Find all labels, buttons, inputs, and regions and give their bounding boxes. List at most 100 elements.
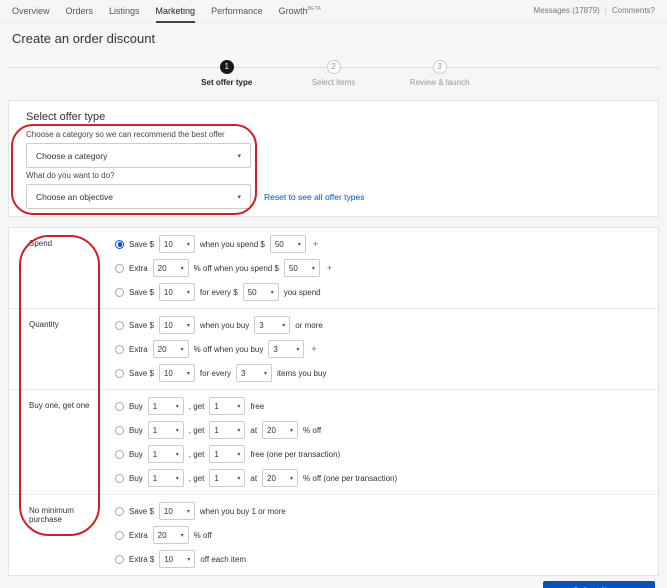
step-circle-3[interactable]: 3: [432, 60, 447, 74]
radio-button[interactable]: [115, 506, 124, 516]
value-dropdown[interactable]: 10 ▾: [158, 502, 195, 520]
dropdown-value: 50: [247, 287, 257, 297]
value-dropdown[interactable]: 3 ▾: [268, 340, 305, 358]
nav-tab-marketing[interactable]: Marketing: [155, 6, 196, 23]
progress-stepper: 1 Set offer type 2 Select items 3 Review & la…: [8, 54, 659, 94]
option-text: Extra: [129, 263, 148, 273]
comments-link[interactable]: Comments?: [612, 6, 655, 15]
dropdown-value: 10: [163, 320, 173, 330]
step-circle-1[interactable]: 1: [219, 60, 234, 74]
offer-group-label: Buy one, get one: [29, 401, 90, 410]
option-text: Buy: [129, 401, 143, 411]
offer-group-options: Save $ 10 ▾ when you buy 1 or more Extra 20 ▾%…: [109, 495, 658, 575]
option-text: % off when you spend $: [193, 263, 279, 273]
chevron-down-icon: ▾: [311, 265, 315, 272]
radio-button[interactable]: [115, 344, 124, 354]
objective-dropdown[interactable]: Choose an objective ▾: [26, 184, 251, 209]
dropdown-value: 1: [152, 425, 158, 435]
nav-tab-performance[interactable]: Performance: [211, 6, 263, 23]
value-dropdown[interactable]: 1 ▾: [147, 469, 184, 487]
chevron-down-icon: ▾: [270, 289, 274, 296]
add-tier-link[interactable]: +: [313, 239, 318, 249]
value-dropdown[interactable]: 1 ▾: [209, 445, 246, 463]
value-dropdown[interactable]: 20 ▾: [262, 469, 299, 487]
offer-group-label: No minimum purchase: [29, 506, 74, 524]
option-text: Buy: [129, 449, 143, 459]
option-text: Save $: [129, 506, 154, 516]
dropdown-value: 10: [163, 368, 173, 378]
value-dropdown[interactable]: 1 ▾: [209, 469, 246, 487]
radio-button[interactable]: [115, 449, 124, 459]
radio-button[interactable]: [115, 287, 124, 297]
step-circle-2[interactable]: 2: [326, 60, 341, 74]
chevron-down-icon: ▾: [264, 370, 268, 377]
value-dropdown[interactable]: 3 ▾: [254, 316, 291, 334]
select-items-button[interactable]: Select items: [543, 581, 655, 588]
option-text: % off when you buy: [193, 344, 264, 354]
value-dropdown[interactable]: 10 ▾: [158, 316, 195, 334]
value-dropdown[interactable]: 20 ▾: [152, 259, 189, 277]
value-dropdown[interactable]: 10 ▾: [158, 364, 195, 382]
nav-tab-listings[interactable]: Listings: [109, 6, 140, 23]
step-2: 2 Select items: [279, 54, 389, 87]
value-dropdown[interactable]: 1 ▾: [147, 421, 184, 439]
step-label: Set offer type: [201, 78, 253, 87]
option-text: at: [250, 425, 258, 435]
radio-button[interactable]: [115, 473, 124, 483]
value-dropdown[interactable]: 1 ▾: [209, 397, 246, 415]
radio-button[interactable]: [115, 425, 124, 435]
chevron-down-icon: ▾: [187, 556, 191, 563]
value-dropdown[interactable]: 20 ▾: [152, 526, 189, 544]
radio-button[interactable]: [115, 530, 124, 540]
messages-link[interactable]: Messages (17879): [534, 6, 600, 15]
value-dropdown[interactable]: 20 ▾: [152, 340, 189, 358]
radio-button[interactable]: [115, 263, 124, 273]
value-dropdown[interactable]: 50 ▾: [269, 235, 306, 253]
value-dropdown[interactable]: 10 ▾: [158, 235, 195, 253]
dropdown-value: 1: [214, 401, 219, 411]
option-text: at: [250, 473, 258, 483]
top-nav: Overview Orders Listings Marketing Performan…: [0, 0, 667, 23]
offer-option: Buy 1 ▾, get 1 ▾ at 20 ▾% off: [109, 418, 658, 442]
value-dropdown[interactable]: 3 ▾: [236, 364, 273, 382]
value-dropdown[interactable]: 1 ▾: [209, 421, 246, 439]
chevron-down-icon: ▾: [180, 265, 184, 272]
option-text: you spend: [283, 287, 321, 297]
nav-right-links: Messages (17879) | Comments?: [534, 6, 655, 15]
radio-button[interactable]: [115, 554, 124, 564]
value-dropdown[interactable]: 20 ▾: [262, 421, 299, 439]
option-text: , get: [188, 473, 205, 483]
option-text: free: [250, 401, 265, 411]
radio-button[interactable]: [115, 239, 124, 249]
offer-group: Buy one, get one Buy 1 ▾, get 1 ▾ free Buy 1 ▾, g…: [9, 389, 658, 494]
value-dropdown[interactable]: 50 ▾: [242, 283, 279, 301]
dropdown-value: 20: [267, 425, 276, 435]
nav-tabs: Overview Orders Listings Marketing Performan…: [12, 6, 321, 23]
value-dropdown[interactable]: 10 ▾: [159, 550, 196, 568]
chevron-down-icon: ▾: [175, 403, 179, 410]
offer-options-card: Spend Save $ 10 ▾ when you spend $ 50 ▾ + Extra 2…: [8, 227, 659, 576]
option-text: when you buy 1 or more: [199, 506, 286, 516]
nav-tab-overview[interactable]: Overview: [12, 6, 50, 23]
chevron-down-icon: ▾: [237, 403, 241, 410]
value-dropdown[interactable]: 1 ▾: [147, 445, 184, 463]
nav-tab-orders[interactable]: Orders: [66, 6, 94, 23]
value-dropdown[interactable]: 10 ▾: [158, 283, 195, 301]
add-tier-link[interactable]: +: [327, 263, 332, 273]
dropdown-value: 1: [152, 473, 158, 483]
beta-badge: BETA: [307, 6, 322, 12]
radio-button[interactable]: [115, 320, 124, 330]
category-dropdown[interactable]: Choose a category ▾: [26, 143, 251, 168]
radio-button[interactable]: [115, 368, 124, 378]
chevron-down-icon: ▾: [237, 475, 241, 482]
option-text: when you spend $: [199, 239, 265, 249]
value-dropdown[interactable]: 1 ▾: [147, 397, 184, 415]
nav-tab-growth[interactable]: GrowthBETA: [279, 6, 322, 23]
add-tier-link[interactable]: +: [311, 344, 316, 354]
reset-offer-types-link[interactable]: Reset to see all offer types: [264, 192, 364, 202]
objective-dropdown-value: Choose an objective: [36, 191, 114, 202]
radio-button[interactable]: [115, 401, 124, 411]
chevron-down-icon: ▾: [180, 532, 184, 539]
value-dropdown[interactable]: 50 ▾: [283, 259, 320, 277]
option-text: off each item: [200, 554, 246, 564]
